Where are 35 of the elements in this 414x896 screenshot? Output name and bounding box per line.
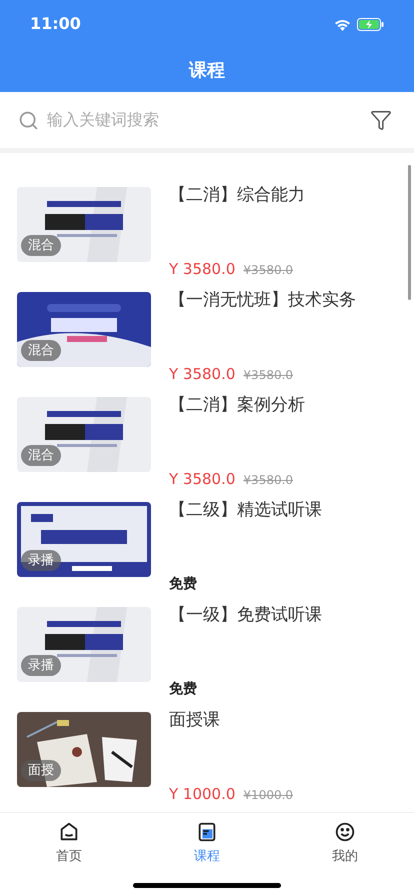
course-title[interactable]: 面授课 [169, 708, 294, 734]
course-thumbnail[interactable]: 混合 [17, 187, 151, 262]
course-thumbnail[interactable]: 混合 [17, 292, 151, 367]
course-thumbnail[interactable]: 混合 [17, 397, 151, 472]
course-title[interactable]: 【二消】案例分析 [169, 393, 305, 418]
course-price: 免费 [169, 575, 198, 594]
page-title: 课程 [189, 58, 225, 82]
course-price: Y 1000.0 [169, 784, 236, 804]
course-price: Y 3580.0 [169, 364, 236, 384]
original-price: ¥3580.0 [243, 262, 294, 278]
search-icon [18, 110, 39, 130]
course-title[interactable]: 【一级】免费试听课 [169, 603, 322, 628]
original-price: ¥3580.0 [243, 366, 294, 384]
filter-icon [370, 109, 392, 131]
search-field[interactable]: 输入关键词搜索 [47, 108, 366, 132]
course-price: 免费 [169, 680, 198, 699]
tab[interactable]: 课程 [138, 821, 276, 866]
course-title[interactable]: 【一消无忧班】技术实务 [169, 288, 356, 314]
original-price: ¥1000.0 [243, 786, 294, 804]
course-thumbnail[interactable]: 录播 [17, 502, 151, 577]
tab[interactable]: 首页 [0, 821, 138, 866]
course-thumbnail[interactable]: 面授 [17, 712, 151, 787]
wifi-icon [334, 18, 351, 30]
status-time: 11:00 [30, 13, 81, 35]
home-icon [58, 821, 80, 843]
course-price: Y 3580.0 [169, 258, 236, 280]
course-title[interactable]: 【二级】精选试听课 [169, 498, 322, 524]
book-icon [196, 821, 218, 843]
original-price: ¥3580.0 [243, 472, 294, 488]
course-title[interactable]: 【二消】综合能力 [169, 183, 305, 208]
tab[interactable]: 我的 [276, 821, 414, 866]
course-price: Y 3580.0 [169, 468, 236, 490]
battery-icon [357, 18, 384, 30]
course-thumbnail[interactable]: 录播 [17, 607, 151, 682]
smiley-icon [334, 821, 356, 843]
